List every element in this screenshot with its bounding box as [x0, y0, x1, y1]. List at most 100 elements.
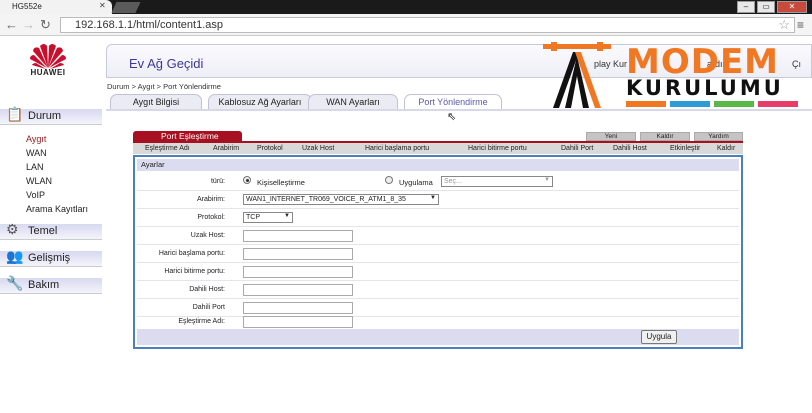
menu-icon[interactable]: ≡	[797, 18, 804, 32]
mapping-name-input[interactable]	[243, 316, 353, 328]
tab-title: HG552e	[12, 2, 42, 11]
tab-device-info[interactable]: Aygıt Bilgisi	[110, 94, 202, 109]
internal-port-label: Dahili Port	[192, 304, 225, 311]
browser-titlebar: HG552e ✕ – ▭ ✕	[0, 0, 812, 14]
apply-bar: Uygula	[137, 329, 739, 345]
stripe-green	[714, 101, 754, 107]
mouse-cursor-icon: ⇖	[447, 111, 457, 123]
sidebar-item-wan[interactable]: WAN	[26, 148, 47, 158]
browser-toolbar: ← → ↻ 192.168.1.1/html/content1.asp ☆ ≡	[0, 14, 812, 36]
ext-end-port-label: Harici bitirme portu:	[164, 268, 225, 275]
ext-end-port-input[interactable]	[243, 266, 353, 278]
chevron-down-icon: ▼	[544, 177, 550, 183]
column-header: Arabirim	[213, 145, 240, 152]
help-button[interactable]: Yardım	[694, 132, 743, 141]
column-header: Dahili Host	[613, 145, 647, 152]
sidebar-section-durum[interactable]: 📋 Durum	[0, 106, 102, 125]
remote-host-input[interactable]	[243, 230, 353, 242]
basic-icon: ⚙	[6, 221, 19, 237]
maximize-button[interactable]: ▭	[757, 1, 775, 13]
column-header: Harici bitirme portu	[468, 145, 527, 152]
sidebar-item-aygit[interactable]: Aygıt	[26, 134, 46, 144]
application-select-value: Seç...	[444, 178, 462, 185]
ext-start-port-row: Harici başlama portu:	[137, 245, 739, 263]
column-header: Eşleştirme Adı	[145, 145, 190, 152]
url-text: 192.168.1.1/html/content1.asp	[75, 19, 223, 31]
custom-radio-label: Kişiselleştirme	[257, 178, 305, 187]
remove-button[interactable]: Kaldır	[640, 132, 690, 141]
settings-title: Ayarlar	[137, 159, 739, 171]
tab-wireless[interactable]: Kablosuz Ağ Ayarları	[208, 94, 312, 109]
stripe-orange	[626, 101, 666, 107]
sidebar-section-temel[interactable]: ⚙ Temel	[0, 221, 102, 240]
address-bar[interactable]: 192.168.1.1/html/content1.asp ☆	[60, 17, 795, 33]
column-header: Protokol	[257, 145, 283, 152]
tab-port-forwarding[interactable]: Port Yönlendirme	[404, 94, 502, 109]
watermark-stripes	[626, 101, 804, 107]
sidebar-section-label: Gelişmiş	[28, 252, 71, 264]
stripe-blue	[670, 101, 710, 107]
internal-host-row: Dahili Host:	[137, 281, 739, 299]
column-header: Uzak Host	[302, 145, 335, 152]
column-header: Etkinleştir	[670, 145, 701, 152]
sidebar-section-label: Durum	[28, 110, 62, 122]
huawei-logo: HUAWEI	[6, 42, 96, 80]
back-icon[interactable]: ←	[5, 17, 18, 32]
ext-end-port-row: Harici bitirme portu:	[137, 263, 739, 281]
apply-button[interactable]: Uygula	[641, 330, 677, 344]
mapping-name-label: Eşleştirme Adı:	[178, 318, 225, 325]
watermark-line2: KURULUMU	[626, 76, 784, 100]
application-radio[interactable]	[385, 176, 393, 184]
tab-close-icon[interactable]: ✕	[99, 1, 106, 10]
column-header: Dahili Port	[561, 145, 594, 152]
ext-start-port-input[interactable]	[243, 248, 353, 260]
page-title: Ev Ağ Geçidi	[129, 56, 204, 71]
application-radio-label: Uygulama	[399, 178, 433, 187]
application-select[interactable]: Seç... ▼	[441, 176, 553, 187]
interface-row: Arabirim: WAN1_INTERNET_TR069_VOICE_R_AT…	[137, 191, 739, 209]
protocol-select-value: TCP	[246, 214, 260, 221]
type-label: türü:	[210, 178, 225, 185]
protocol-row: Protokol: TCP ▼	[137, 209, 739, 227]
sidebar-item-lan[interactable]: LAN	[26, 162, 44, 172]
sidebar-item-voip[interactable]: VoIP	[26, 190, 45, 200]
browser-tab[interactable]: HG552e ✕	[0, 0, 112, 14]
protocol-label: Protokol:	[197, 214, 225, 221]
settings-panel: Ayarlar türü: Kişiselleştirme Uygulama S…	[133, 155, 743, 349]
new-button[interactable]: Yeni	[586, 132, 636, 141]
breadcrumb: Durum > Aygıt > Port Yönlendirme	[107, 82, 221, 91]
interface-select-value: WAN1_INTERNET_TR069_VOICE_R_ATM1_8_35	[246, 196, 406, 203]
logo-text: HUAWEI	[30, 68, 66, 77]
interface-select[interactable]: WAN1_INTERNET_TR069_VOICE_R_ATM1_8_35 ▼	[243, 194, 439, 205]
reload-icon[interactable]: ↻	[40, 17, 51, 33]
remote-host-row: Uzak Host:	[137, 227, 739, 245]
tab-wan[interactable]: WAN Ayarları	[308, 94, 398, 109]
maintenance-icon: 🔧	[6, 275, 24, 291]
sidebar-section-gelismis[interactable]: 👥 Gelişmiş	[0, 248, 102, 267]
type-row: türü: Kişiselleştirme Uygulama Seç... ▼	[137, 173, 739, 191]
new-tab-button[interactable]	[111, 2, 141, 13]
minimize-button[interactable]: –	[737, 1, 755, 13]
internal-host-label: Dahili Host:	[189, 286, 225, 293]
close-window-button[interactable]: ✕	[777, 1, 807, 13]
sidebar-section-label: Bakım	[28, 279, 60, 291]
chevron-down-icon: ▼	[284, 213, 290, 219]
remote-host-label: Uzak Host:	[190, 232, 225, 239]
stripe-pink	[758, 101, 798, 107]
internal-host-input[interactable]	[243, 284, 353, 296]
sidebar-item-wlan[interactable]: WLAN	[26, 176, 52, 186]
bookmark-star-icon[interactable]: ☆	[778, 17, 790, 33]
sidebar-section-bakim[interactable]: 🔧 Bakım	[0, 275, 102, 294]
huawei-petals-icon	[30, 44, 66, 69]
sidebar-section-label: Temel	[28, 225, 58, 237]
chevron-down-icon: ▼	[430, 195, 436, 201]
custom-radio[interactable]	[243, 176, 251, 184]
ext-start-port-label: Harici başlama portu:	[158, 250, 225, 257]
status-icon: 📋	[6, 106, 24, 122]
port-mapping-table-header: Eşleştirme Adı Arabirim Protokol Uzak Ho…	[133, 141, 743, 154]
interface-label: Arabirim:	[196, 196, 225, 203]
forward-icon[interactable]: →	[22, 17, 35, 32]
protocol-select[interactable]: TCP ▼	[243, 212, 293, 223]
watermark-a-icon	[543, 42, 611, 108]
sidebar-item-call-log[interactable]: Arama Kayıtları	[26, 204, 88, 214]
